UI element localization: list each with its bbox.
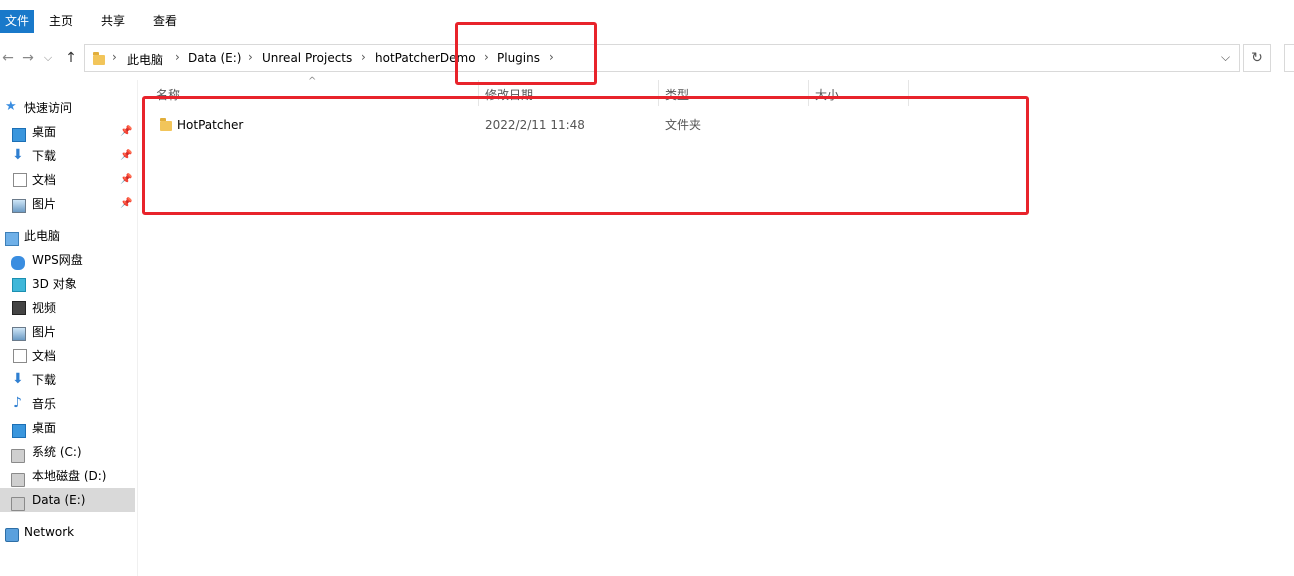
sidebar-item-label: 文档 <box>32 173 57 187</box>
sidebar-item-label: Network <box>24 525 75 539</box>
sidebar-item-drive-c[interactable]: 系统 (C:) <box>0 440 135 464</box>
sidebar-item-label: 音乐 <box>32 397 57 411</box>
download-arrow-icon: ⬇ <box>12 147 24 163</box>
cube-icon <box>12 278 26 292</box>
sidebar-item-label: 图片 <box>32 325 57 339</box>
ribbon-tabs: 文件 主页 共享 查看 <box>0 9 1294 35</box>
address-bar[interactable]: › 此电脑 › Data (E:) › Unreal Projects › ho… <box>84 44 1240 72</box>
recent-dropdown-icon[interactable]: ⌵ <box>40 49 56 67</box>
up-button[interactable]: ↑ <box>63 49 79 67</box>
sidebar-item-label: 图片 <box>32 197 57 211</box>
breadcrumb-separator: › <box>361 50 366 64</box>
sidebar-item-label: 下载 <box>32 373 57 387</box>
title-bar <box>0 0 1294 9</box>
sidebar-item-pictures-pc[interactable]: 图片 <box>0 320 135 344</box>
breadcrumb-data-e[interactable]: Data (E:) <box>188 51 241 65</box>
breadcrumb-separator: › <box>248 50 253 64</box>
sidebar-item-label: 桌面 <box>32 125 57 139</box>
sidebar-item-documents-pc[interactable]: 文档 <box>0 344 135 368</box>
sidebar-item-label: 文档 <box>32 349 57 363</box>
drive-icon <box>11 497 25 511</box>
pin-icon[interactable]: 📌 <box>120 168 132 192</box>
sidebar-item-desktop[interactable]: 桌面 📌 <box>0 120 135 144</box>
sidebar-item-3d-objects[interactable]: 3D 对象 <box>0 272 135 296</box>
sidebar-item-wps[interactable]: WPS网盘 <box>0 248 135 272</box>
sidebar-item-label: 桌面 <box>32 421 57 435</box>
video-icon <box>12 301 26 315</box>
sidebar-item-label: WPS网盘 <box>32 253 83 267</box>
folder-icon <box>93 52 105 65</box>
sidebar-item-drive-d[interactable]: 本地磁盘 (D:) <box>0 464 135 488</box>
address-dropdown-icon[interactable]: ⌵ <box>1221 50 1230 65</box>
desktop-icon <box>12 128 26 142</box>
pin-icon[interactable]: 📌 <box>120 192 132 216</box>
forward-button[interactable]: → <box>20 49 36 67</box>
sidebar-item-label: 本地磁盘 (D:) <box>32 469 107 483</box>
download-arrow-icon: ⬇ <box>12 371 24 387</box>
annotation-box-breadcrumb <box>455 22 597 85</box>
sidebar-item-label: 视频 <box>32 301 57 315</box>
sidebar-item-label: 3D 对象 <box>32 277 77 291</box>
picture-icon <box>12 199 26 213</box>
cloud-icon <box>11 256 25 270</box>
refresh-button[interactable]: ↻ <box>1243 44 1271 72</box>
network-icon <box>5 528 19 542</box>
drive-icon <box>11 449 25 463</box>
sidebar-item-downloads-pc[interactable]: ⬇ 下载 <box>0 368 135 392</box>
sidebar-this-pc[interactable]: 此电脑 <box>0 224 135 248</box>
tab-home[interactable]: 主页 <box>49 10 73 33</box>
sidebar-item-label: 下载 <box>32 149 57 163</box>
sidebar-item-drive-e[interactable]: Data (E:) <box>0 488 135 512</box>
sidebar-network[interactable]: Network <box>0 520 135 544</box>
search-input[interactable] <box>1284 44 1294 72</box>
sidebar-item-music[interactable]: ♪ 音乐 <box>0 392 135 416</box>
navigation-pane: ★ 快速访问 桌面 📌 ⬇ 下载 📌 文档 📌 图片 📌 此电脑 WPS网盘 3… <box>0 92 137 576</box>
sidebar-item-label: 系统 (C:) <box>32 445 82 459</box>
pin-icon[interactable]: 📌 <box>120 120 132 144</box>
sidebar-item-downloads[interactable]: ⬇ 下载 📌 <box>0 144 135 168</box>
drive-icon <box>11 473 25 487</box>
sidebar-item-videos[interactable]: 视频 <box>0 296 135 320</box>
annotation-box-file-list <box>142 96 1029 215</box>
document-icon <box>13 349 27 363</box>
breadcrumb-this-pc[interactable]: 此电脑 <box>127 51 163 68</box>
sidebar-item-label: 此电脑 <box>24 229 61 243</box>
breadcrumb-separator: › <box>175 50 180 64</box>
tab-share[interactable]: 共享 <box>101 10 125 33</box>
breadcrumb-separator: › <box>112 50 117 64</box>
sidebar-item-label: Data (E:) <box>32 493 86 507</box>
sidebar-quick-access[interactable]: ★ 快速访问 <box>0 96 135 120</box>
sidebar-item-pictures[interactable]: 图片 📌 <box>0 192 135 216</box>
pane-divider[interactable] <box>137 80 138 576</box>
pin-icon[interactable]: 📌 <box>120 144 132 168</box>
sidebar-item-documents[interactable]: 文档 📌 <box>0 168 135 192</box>
document-icon <box>13 173 27 187</box>
desktop-icon <box>12 424 26 438</box>
picture-icon <box>12 327 26 341</box>
back-button[interactable]: ← <box>0 49 16 67</box>
address-row: ← → ⌵ ↑ › 此电脑 › Data (E:) › Unreal Proje… <box>0 41 1294 75</box>
tab-view[interactable]: 查看 <box>153 10 177 33</box>
tab-file[interactable]: 文件 <box>0 10 34 33</box>
music-note-icon: ♪ <box>13 395 22 411</box>
star-icon: ★ <box>5 99 17 114</box>
breadcrumb-unreal-projects[interactable]: Unreal Projects <box>262 51 352 65</box>
sidebar-item-label: 快速访问 <box>24 101 73 115</box>
sidebar-item-desktop-pc[interactable]: 桌面 <box>0 416 135 440</box>
computer-icon <box>5 232 19 246</box>
sort-ascending-icon: ^ <box>308 76 317 87</box>
